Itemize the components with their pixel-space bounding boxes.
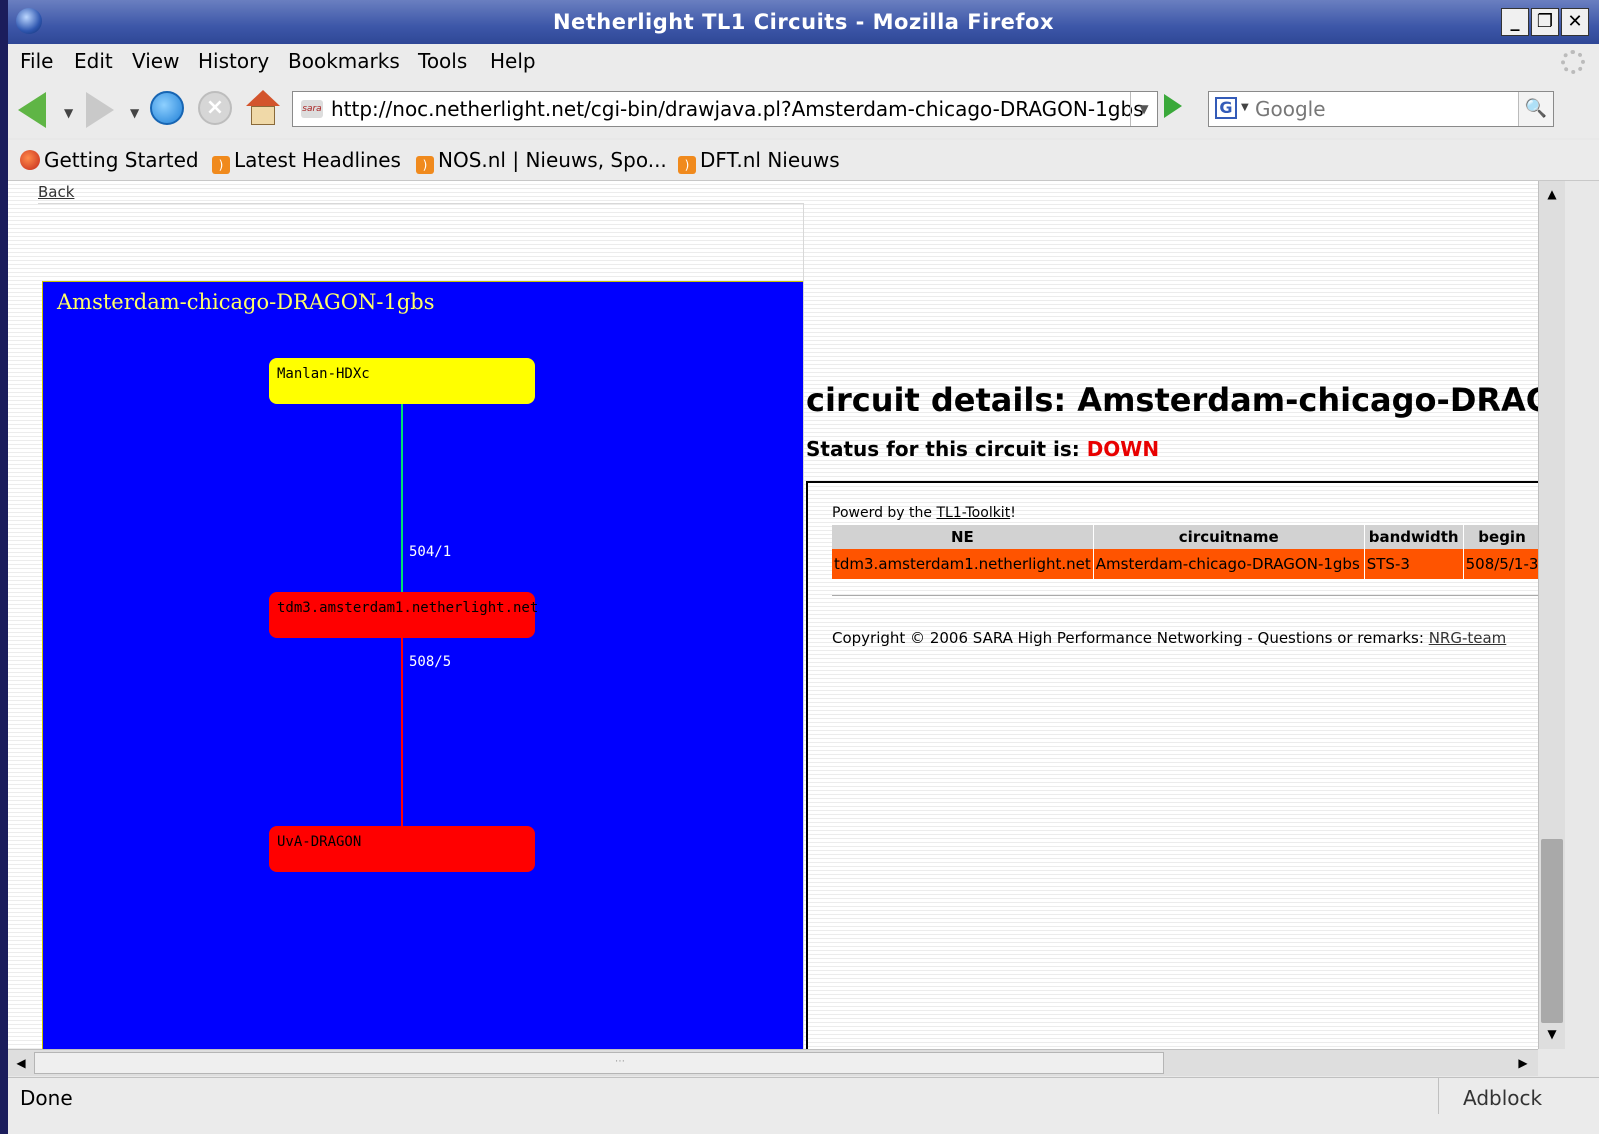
tl1-toolkit-link[interactable]: TL1-Toolkit [936, 505, 1010, 521]
bookmark-latest-headlines[interactable]: ) Latest Headlines [212, 148, 401, 174]
status-text: Done [20, 1086, 73, 1110]
scroll-left-icon[interactable]: ◀ [10, 1052, 32, 1074]
search-input[interactable]: Google [1255, 97, 1326, 121]
scroll-up-icon[interactable]: ▲ [1541, 183, 1563, 205]
horizontal-scrollbar[interactable]: ◀ ⋯ ▶ [8, 1049, 1538, 1076]
browser-window: Netherlight TL1 Circuits - Mozilla Firef… [8, 0, 1599, 1134]
circuit-table: NE circuitname bandwidth begin tdm3.amst… [832, 525, 1538, 579]
table-cell: tdm3.amsterdam1.netherlight.net [832, 549, 1094, 579]
vertical-scrollbar[interactable]: ▲ ▼ [1538, 181, 1565, 1049]
url-bar[interactable]: sara http://noc.netherlight.net/cgi-bin/… [292, 91, 1158, 127]
home-button[interactable] [246, 90, 280, 126]
bookmark-dft[interactable]: ) DFT.nl Nieuws [678, 148, 840, 174]
menu-tools[interactable]: Tools [418, 49, 467, 73]
table-cell: STS-3 [1364, 549, 1464, 579]
menu-view[interactable]: View [132, 49, 179, 73]
site-favicon: sara [301, 100, 323, 118]
tl1-details-frame: Powerd by the TL1-Toolkit! NE circuitnam… [806, 481, 1538, 1049]
column-header: circuitname [1093, 525, 1365, 549]
scroll-right-icon[interactable]: ▶ [1512, 1052, 1534, 1074]
forward-button[interactable] [86, 92, 114, 128]
stop-button[interactable]: × [198, 91, 232, 125]
horizontal-scroll-thumb[interactable]: ⋯ [34, 1052, 1164, 1074]
divider [832, 595, 1538, 596]
scrollbar-corner [1538, 1049, 1564, 1075]
column-header: NE [832, 525, 1094, 549]
diagram-link-1 [401, 404, 403, 592]
rss-icon: ) [416, 156, 434, 174]
title-bar: Netherlight TL1 Circuits - Mozilla Firef… [8, 0, 1599, 44]
url-dropdown-button[interactable]: ▼ [1130, 92, 1157, 126]
minimize-button[interactable]: _ [1501, 8, 1529, 36]
close-button[interactable]: ✕ [1561, 8, 1589, 36]
circuit-diagram: Amsterdam-chicago-DRAGON-1gbs 504/1 508/… [42, 281, 803, 1049]
menu-help[interactable]: Help [490, 49, 536, 73]
search-engine-dropdown-icon[interactable]: ▼ [1241, 102, 1249, 113]
bookmark-getting-started[interactable]: Getting Started [20, 148, 199, 172]
search-button[interactable]: 🔍 [1518, 92, 1553, 126]
diagram-node[interactable]: tdm3.amsterdam1.netherlight.net [269, 592, 538, 638]
diagram-node[interactable]: UvA-DRAGON [269, 826, 535, 872]
copyright: Copyright © 2006 SARA High Performance N… [832, 629, 1507, 647]
google-search-engine-icon[interactable]: G [1215, 97, 1237, 119]
menu-history[interactable]: History [198, 49, 269, 73]
scroll-down-icon[interactable]: ▼ [1541, 1023, 1563, 1045]
go-button[interactable] [1164, 94, 1182, 118]
diagram-title: Amsterdam-chicago-DRAGON-1gbs [57, 290, 435, 314]
home-icon [246, 90, 280, 106]
maximize-button[interactable]: ❐ [1531, 8, 1559, 36]
search-box[interactable]: G ▼ Google 🔍 [1208, 91, 1554, 127]
powered-by: Powerd by the TL1-Toolkit! [832, 505, 1016, 521]
adblock-button[interactable]: Adblock [1438, 1078, 1548, 1114]
menu-file[interactable]: File [20, 49, 53, 73]
rss-icon: ) [678, 156, 696, 174]
bookmark-nos[interactable]: ) NOS.nl | Nieuws, Spo... [416, 148, 667, 174]
table-cell: 508/5/1-3 [1463, 549, 1538, 579]
back-button[interactable] [18, 92, 46, 128]
url-text[interactable]: http://noc.netherlight.net/cgi-bin/drawj… [331, 97, 1144, 121]
vertical-scroll-thumb[interactable] [1541, 839, 1563, 1023]
page-content: Back Amsterdam-chicago-DRAGON-1gbs 504/1… [8, 181, 1538, 1049]
column-header: begin [1463, 525, 1538, 549]
firefox-bookmark-icon [20, 150, 40, 170]
back-link[interactable]: Back [38, 183, 74, 201]
diagram-link-2 [401, 638, 403, 826]
throbber-icon [1561, 50, 1585, 74]
menu-edit[interactable]: Edit [74, 49, 113, 73]
status-badge: DOWN [1086, 437, 1160, 461]
column-header: bandwidth [1364, 525, 1464, 549]
reload-button[interactable] [150, 91, 184, 125]
menu-bookmarks[interactable]: Bookmarks [288, 49, 400, 73]
diagram-node[interactable]: Manlan-HDXc [269, 358, 535, 404]
divider [803, 203, 804, 1049]
navigation-toolbar: ▼ ▼ × sara http://noc.netherlight.net/cg… [8, 80, 1599, 138]
link-label: 504/1 [409, 544, 452, 560]
menu-bar: File Edit View History Bookmarks Tools H… [8, 44, 1599, 80]
divider [38, 203, 804, 204]
table-row: tdm3.amsterdam1.netherlight.net Amsterda… [832, 549, 1538, 579]
table-cell: Amsterdam-chicago-DRAGON-1gbs [1093, 549, 1365, 579]
bookmarks-toolbar: Getting Started ) Latest Headlines ) NOS.n… [8, 140, 1599, 181]
rss-icon: ) [212, 156, 230, 174]
link-label: 508/5 [409, 654, 452, 670]
circuit-status: Status for this circuit is: DOWN [806, 437, 1160, 461]
status-bar: Done Adblock [8, 1077, 1599, 1134]
nrg-team-link[interactable]: NRG-team [1429, 629, 1507, 647]
forward-history-dropdown-icon[interactable]: ▼ [130, 106, 139, 120]
page-title: circuit details: Amsterdam-chicago-DRAGO… [806, 381, 1538, 419]
table-header-row: NE circuitname bandwidth begin [832, 525, 1538, 549]
back-history-dropdown-icon[interactable]: ▼ [64, 106, 73, 120]
window-title: Netherlight TL1 Circuits - Mozilla Firef… [552, 10, 1055, 34]
